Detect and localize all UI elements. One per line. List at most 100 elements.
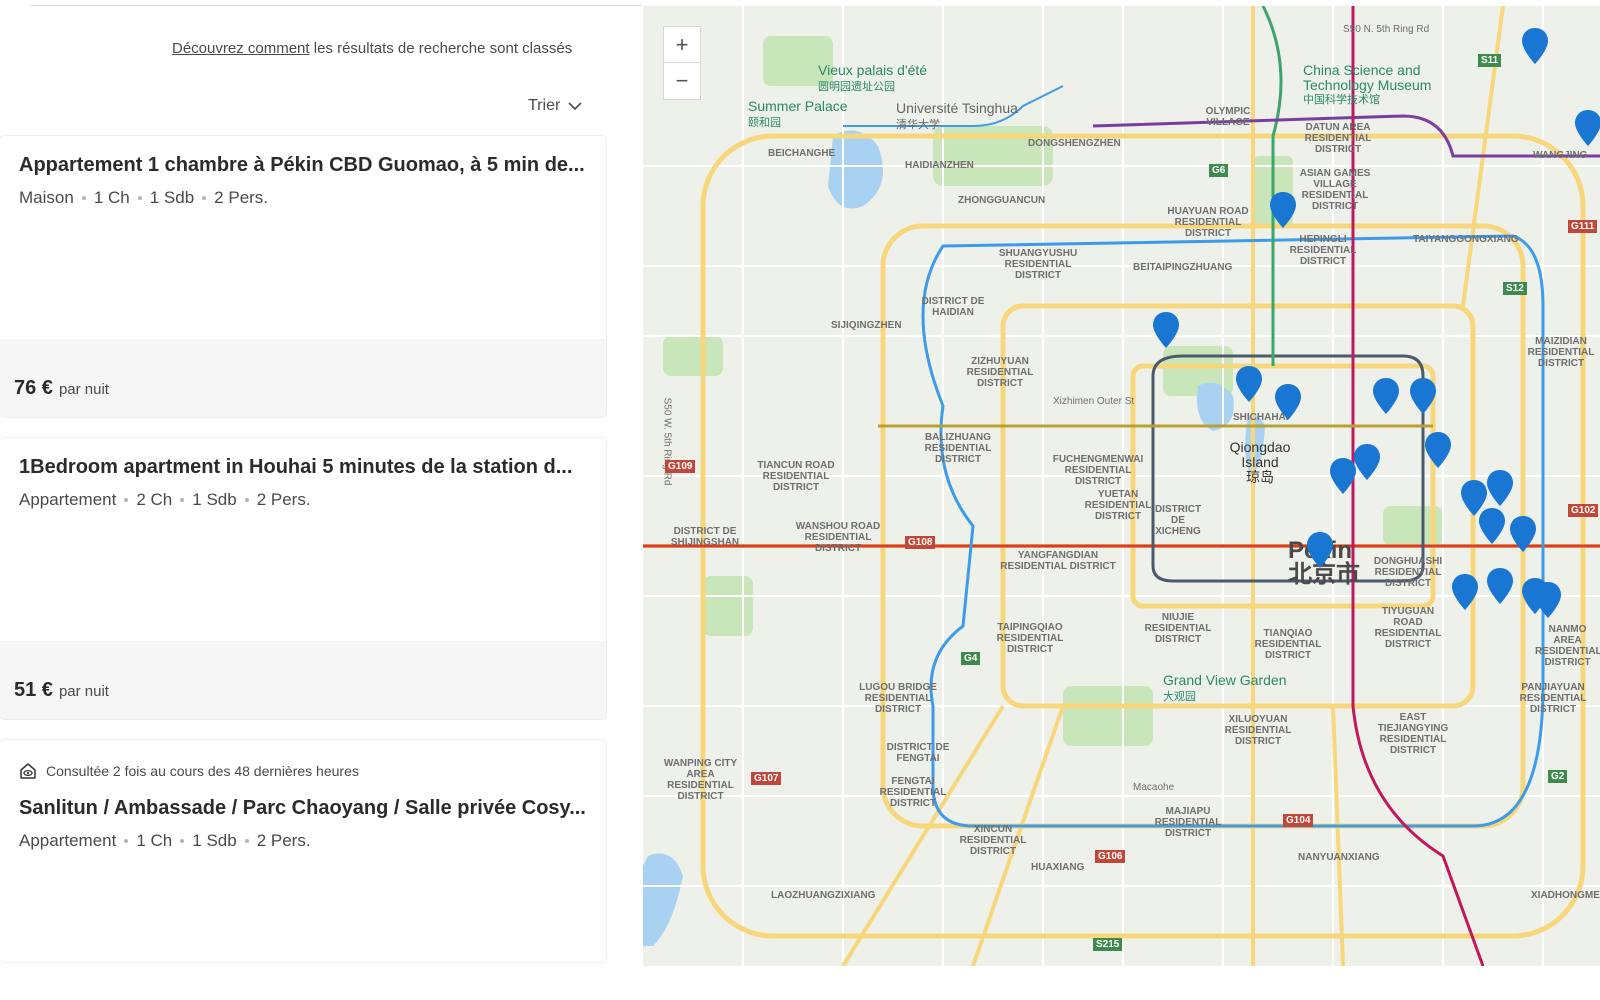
road-shield: G2 xyxy=(1548,770,1568,783)
listing-marker[interactable] xyxy=(1487,568,1513,604)
listing-marker[interactable] xyxy=(1236,366,1262,402)
ranking-note-text: les résultats de recherche sont classés xyxy=(313,40,573,57)
district-label: SIJIQINGZHEN xyxy=(831,320,902,331)
sort-dropdown[interactable]: Trier xyxy=(528,97,582,115)
poi-name-zh: 清华大学 xyxy=(896,119,940,131)
road-shield: S215 xyxy=(1093,938,1123,951)
sort-label: Trier xyxy=(528,97,561,114)
listing-marker[interactable] xyxy=(1487,470,1513,506)
listing-marker[interactable] xyxy=(1330,458,1356,494)
poi-label[interactable]: Qiongdao Island 琼岛 xyxy=(1225,440,1295,485)
listing-card[interactable]: Consultée 2 fois au cours des 48 dernièr… xyxy=(0,740,606,962)
poi-label[interactable]: Université Tsinghua 清华大学 xyxy=(896,100,1018,132)
district-label: DISTRICT DE XICHENG xyxy=(1154,504,1202,537)
top-divider xyxy=(30,5,642,6)
road-shield: G109 xyxy=(665,460,696,473)
district-label: BEITAIPINGZHUANG xyxy=(1133,262,1233,273)
poi-name: Summer Palace xyxy=(748,98,848,114)
listing-bedrooms: 1 Ch xyxy=(93,188,130,207)
district-label: ASIAN GAMES VILLAGE RESIDENTIAL DISTRICT xyxy=(1299,168,1371,212)
listing-guests: 2 Pers. xyxy=(256,831,311,850)
road-shield: G104 xyxy=(1283,814,1314,827)
district-label: TIANCUN ROAD RESIDENTIAL DISTRICT xyxy=(757,460,835,493)
poi-label[interactable]: China Science and Technology Museum 中国科学… xyxy=(1303,63,1493,108)
listing-marker[interactable] xyxy=(1410,378,1436,414)
listing-marker[interactable] xyxy=(1270,192,1296,228)
poi-label[interactable]: Grand View Garden 大观园 xyxy=(1163,672,1286,704)
listing-marker[interactable] xyxy=(1354,444,1380,480)
ranking-info-link[interactable]: Découvrez comment xyxy=(172,40,310,57)
road-shield: G102 xyxy=(1568,504,1599,517)
district-label: LAOZHUANGZIXIANG xyxy=(771,890,876,901)
district-label: BALIZHUANG RESIDENTIAL DISTRICT xyxy=(924,432,992,465)
separator-dot xyxy=(180,498,185,502)
listing-marker[interactable] xyxy=(1425,432,1451,468)
listing-card[interactable]: 1Bedroom apartment in Houhai 5 minutes d… xyxy=(0,438,606,719)
district-label: TAIPINGQIAO RESIDENTIAL DISTRICT xyxy=(996,622,1064,655)
listing-marker[interactable] xyxy=(1153,312,1179,348)
listing-marker[interactable] xyxy=(1522,28,1548,64)
listing-title[interactable]: 1Bedroom apartment in Houhai 5 minutes d… xyxy=(19,456,589,479)
district-label: DONGHUASHI RESIDENTIAL DISTRICT xyxy=(1373,556,1443,589)
listing-marker[interactable] xyxy=(1373,378,1399,414)
district-label: XINCUN RESIDENTIAL DISTRICT xyxy=(959,824,1027,857)
listing-bathrooms: 1 Sdb xyxy=(149,188,195,207)
poi-name-zh: 大观园 xyxy=(1163,691,1196,703)
poi-name-zh: 颐和园 xyxy=(748,117,781,129)
listing-type: Maison xyxy=(19,188,74,207)
poi-label[interactable]: Summer Palace 颐和园 xyxy=(748,98,848,130)
district-label: YANGFANGDIAN RESIDENTIAL DISTRICT xyxy=(1000,550,1116,572)
road-shield: G4 xyxy=(961,652,981,665)
separator-dot xyxy=(124,498,129,502)
separator-dot xyxy=(244,498,249,502)
district-label: Xizhimen Outer St xyxy=(1053,396,1135,407)
listing-card[interactable]: Appartement 1 chambre à Pékin CBD Guomao… xyxy=(0,136,606,417)
map[interactable]: + − Vieux palais d'été 圆明园遗址公园 Summer Pa… xyxy=(643,6,1600,966)
road-shield: G106 xyxy=(1095,850,1126,863)
road-shield: S12 xyxy=(1503,282,1527,295)
chevron-down-icon xyxy=(568,101,582,110)
district-label: XIADHONGMEN xyxy=(1531,890,1600,901)
separator-dot xyxy=(180,839,185,843)
price-unit: par nuit xyxy=(58,683,109,700)
district-label: WANGJING xyxy=(1533,150,1588,161)
district-label: EAST TIEJIANGYING RESIDENTIAL DISTRICT xyxy=(1377,712,1449,756)
zoom-out-button[interactable]: − xyxy=(663,62,701,100)
poi-name: Université Tsinghua xyxy=(896,100,1018,116)
road-shield: S11 xyxy=(1478,54,1502,67)
listing-marker[interactable] xyxy=(1479,508,1505,544)
listing-marker[interactable] xyxy=(1510,516,1536,552)
house-eye-icon xyxy=(20,763,36,779)
price-band: 76 € par nuit xyxy=(0,339,606,417)
poi-label[interactable]: Vieux palais d'été 圆明园遗址公园 xyxy=(818,62,927,94)
listing-title[interactable]: Appartement 1 chambre à Pékin CBD Guomao… xyxy=(19,154,589,177)
poi-name-zh: 琼岛 xyxy=(1246,469,1274,485)
poi-name: China Science and Technology Museum xyxy=(1303,62,1432,93)
road-shield: G111 xyxy=(1568,220,1598,233)
district-label: HEPINGLI RESIDENTIAL DISTRICT xyxy=(1289,234,1357,267)
separator-dot xyxy=(202,196,207,200)
listing-marker[interactable] xyxy=(1452,574,1478,610)
district-label: TIYUGUAN ROAD RESIDENTIAL DISTRICT xyxy=(1374,606,1442,650)
district-label: SHUANGYUSHU RESIDENTIAL DISTRICT xyxy=(998,248,1078,281)
district-label: DATUN AREA RESIDENTIAL DISTRICT xyxy=(1304,122,1372,155)
listing-bedrooms: 1 Ch xyxy=(136,831,173,850)
zoom-in-button[interactable]: + xyxy=(663,26,701,64)
district-label: DISTRICT DE FENGTAI xyxy=(886,742,950,764)
ranking-note: Découvrez comment les résultats de reche… xyxy=(172,40,572,57)
district-label: ZIZHUYUAN RESIDENTIAL DISTRICT xyxy=(966,356,1034,389)
district-label: NANYUANXIANG xyxy=(1298,852,1380,863)
listing-marker[interactable] xyxy=(1275,384,1301,420)
listing-title[interactable]: Sanlitun / Ambassade / Parc Chaoyang / S… xyxy=(19,797,589,820)
listing-marker[interactable] xyxy=(1535,582,1561,618)
district-label: BEICHANGHE xyxy=(768,148,836,159)
listing-marker[interactable] xyxy=(1307,532,1333,568)
price-unit: par nuit xyxy=(58,381,109,398)
listing-guests: 2 Pers. xyxy=(214,188,269,207)
listing-price: 51 € par nuit xyxy=(14,679,109,702)
poi-name-zh: 圆明园遗址公园 xyxy=(818,81,895,93)
district-label: NANMO AREA RESIDENTIAL DISTRICT xyxy=(1535,624,1600,668)
listing-marker[interactable] xyxy=(1575,110,1600,146)
district-label: DONGSHENGZHEN xyxy=(1028,138,1121,149)
separator-dot xyxy=(124,839,129,843)
